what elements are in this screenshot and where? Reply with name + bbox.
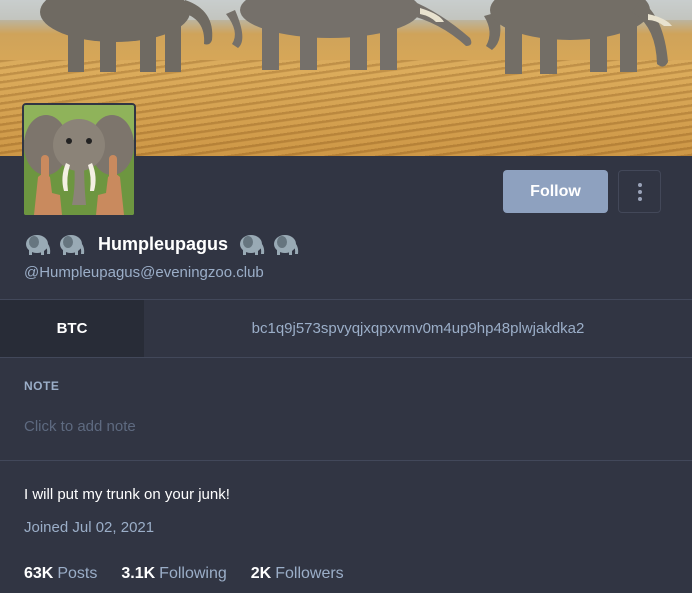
note-label: NOTE <box>24 379 60 393</box>
vertical-ellipsis-icon <box>637 182 642 187</box>
more-options-button[interactable] <box>618 170 661 213</box>
profile-field-row: BTC bc1q9j573spvyqjxqpxvmv0m4up9hp48plwj… <box>0 299 692 358</box>
followers-count-link[interactable]: 2K Followers <box>251 565 344 583</box>
elephant-silhouette-1 <box>40 0 213 72</box>
followers-label: Followers <box>275 565 344 582</box>
followers-count: 2K <box>250 565 272 582</box>
elephant-emoji-icon <box>26 235 51 255</box>
elephant-silhouette-3 <box>484 0 672 74</box>
follow-button[interactable]: Follow <box>503 170 608 213</box>
elephant-avatar-image <box>24 105 134 215</box>
display-name: Humpleupagus <box>98 233 229 254</box>
section-divider <box>0 460 692 461</box>
following-count: 3.1K <box>121 565 156 582</box>
posts-label: Posts <box>57 565 98 582</box>
account-counts: 63K Posts 3.1K Following 2K Followers <box>24 565 344 583</box>
elephant-emoji-icon <box>274 235 299 255</box>
vertical-ellipsis-icon-dot <box>637 189 642 194</box>
posts-count-link[interactable]: 63K Posts <box>24 565 97 583</box>
elephant-emoji-icon <box>60 235 85 255</box>
bio-text: I will put my trunk on your junk! <box>24 486 230 503</box>
posts-count: 63K <box>24 565 54 582</box>
account-handle: @Humpleupagus@eveningzoo.club <box>24 264 264 281</box>
joined-date: Joined Jul 02, 2021 <box>24 519 155 536</box>
display-name-row: Humpleupagus <box>24 232 300 256</box>
elephant-emoji-icon <box>240 235 265 255</box>
vertical-ellipsis-icon-dot <box>637 196 642 201</box>
field-value: bc1q9j573spvyqjxqpxvmv0m4up9hp48plwjakdk… <box>251 320 585 337</box>
note-input[interactable] <box>22 412 666 440</box>
avatar[interactable] <box>22 103 136 217</box>
following-count-link[interactable]: 3.1K Following <box>121 565 226 583</box>
field-key: BTC <box>0 300 144 357</box>
following-label: Following <box>159 565 227 582</box>
